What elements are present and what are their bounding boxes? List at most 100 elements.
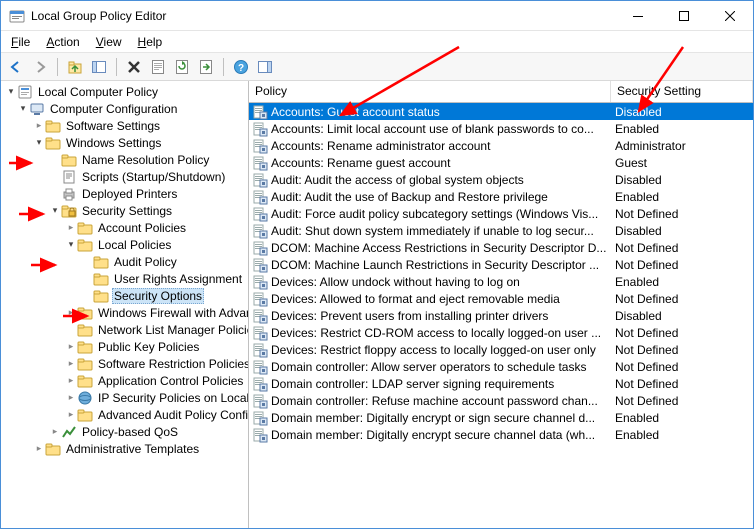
expand-collapse-toggle[interactable] (65, 409, 77, 420)
policy-name-cell: Domain controller: Allow server operator… (271, 360, 611, 374)
menu-action[interactable]: Action (40, 33, 85, 51)
menu-file[interactable]: File (5, 33, 36, 51)
tree-node[interactable]: Security Settings (3, 202, 248, 219)
maximize-button[interactable] (661, 1, 707, 30)
security-setting-cell: Guest (611, 156, 753, 170)
expand-collapse-toggle[interactable] (33, 137, 45, 148)
show-hide-console-tree-button[interactable] (88, 56, 110, 78)
delete-button[interactable] (123, 56, 145, 78)
expand-collapse-toggle[interactable] (65, 375, 77, 386)
tree-node[interactable]: Windows Settings (3, 134, 248, 151)
policy-row[interactable]: Domain controller: Refuse machine accoun… (249, 392, 753, 409)
policy-row[interactable]: Devices: Allowed to format and eject rem… (249, 290, 753, 307)
policy-name-cell: Accounts: Guest account status (271, 105, 611, 119)
tree-node[interactable]: Deployed Printers (3, 185, 248, 202)
ipsec-icon (77, 390, 93, 406)
minimize-button[interactable] (615, 1, 661, 30)
tree-node[interactable]: Software Restriction Policies (3, 355, 248, 372)
policy-row[interactable]: Audit: Force audit policy subcategory se… (249, 205, 753, 222)
policy-row[interactable]: Devices: Restrict floppy access to local… (249, 341, 753, 358)
policy-row[interactable]: Domain controller: LDAP server signing r… (249, 375, 753, 392)
expand-collapse-toggle[interactable] (33, 443, 45, 454)
expand-collapse-toggle[interactable] (5, 86, 17, 97)
tree-node[interactable]: Computer Configuration (3, 100, 248, 117)
tree-node[interactable]: Audit Policy (3, 253, 248, 270)
expand-collapse-toggle[interactable] (65, 222, 77, 233)
expand-collapse-toggle[interactable] (49, 205, 61, 216)
tree-node[interactable]: Scripts (Startup/Shutdown) (3, 168, 248, 185)
help-button[interactable]: ? (230, 56, 252, 78)
tree-node[interactable]: Advanced Audit Policy Configuration (3, 406, 248, 423)
expand-collapse-toggle[interactable] (33, 120, 45, 131)
column-header-policy[interactable]: Policy (249, 81, 611, 102)
expand-collapse-toggle[interactable] (65, 358, 77, 369)
tree-node-label: Account Policies (96, 221, 188, 235)
expand-collapse-toggle[interactable] (65, 307, 77, 318)
tree-node-label: Administrative Templates (64, 442, 201, 456)
tree-node[interactable]: Account Policies (3, 219, 248, 236)
app-icon (9, 8, 25, 24)
tree-node[interactable]: Network List Manager Policies (3, 321, 248, 338)
refresh-button[interactable] (171, 56, 193, 78)
policy-row[interactable]: Devices: Restrict CD-ROM access to local… (249, 324, 753, 341)
tree-node[interactable]: Name Resolution Policy (3, 151, 248, 168)
list-scroll[interactable]: Accounts: Guest account statusDisabledAc… (249, 103, 753, 528)
tree-node[interactable]: Application Control Policies (3, 372, 248, 389)
column-header-security-setting[interactable]: Security Setting (611, 81, 753, 102)
policy-row[interactable]: DCOM: Machine Launch Restrictions in Sec… (249, 256, 753, 273)
tree-node[interactable]: Windows Firewall with Advanced Security (3, 304, 248, 321)
folder-icon (77, 237, 93, 253)
policy-row[interactable]: Domain controller: Allow server operator… (249, 358, 753, 375)
expand-collapse-toggle[interactable] (65, 239, 77, 250)
export-list-button[interactable] (195, 56, 217, 78)
policy-item-icon (252, 257, 268, 273)
policy-name-cell: Domain member: Digitally encrypt secure … (271, 428, 611, 442)
tree-node[interactable]: Security Options (3, 287, 248, 304)
expand-collapse-toggle[interactable] (65, 341, 77, 352)
policy-row[interactable]: Accounts: Rename guest accountGuest (249, 154, 753, 171)
nav-back-button[interactable] (5, 56, 27, 78)
policy-row[interactable]: Audit: Audit the access of global system… (249, 171, 753, 188)
policy-row[interactable]: DCOM: Machine Access Restrictions in Sec… (249, 239, 753, 256)
policy-row[interactable]: Accounts: Guest account statusDisabled (249, 103, 753, 120)
policy-row[interactable]: Audit: Audit the use of Backup and Resto… (249, 188, 753, 205)
policy-row[interactable]: Devices: Prevent users from installing p… (249, 307, 753, 324)
tree-node[interactable]: User Rights Assignment (3, 270, 248, 287)
menu-view[interactable]: View (90, 33, 128, 51)
policy-item-icon (252, 359, 268, 375)
expand-collapse-toggle[interactable] (49, 426, 61, 437)
policy-name-cell: Devices: Allowed to format and eject rem… (271, 292, 611, 306)
security-setting-cell: Not Defined (611, 207, 753, 221)
policy-row[interactable]: Domain member: Digitally encrypt or sign… (249, 409, 753, 426)
policy-name-cell: Devices: Restrict floppy access to local… (271, 343, 611, 357)
policy-name-cell: Domain member: Digitally encrypt or sign… (271, 411, 611, 425)
policy-row[interactable]: Accounts: Limit local account use of bla… (249, 120, 753, 137)
tree-node[interactable]: Software Settings (3, 117, 248, 134)
policy-item-icon (252, 104, 268, 120)
tree-node[interactable]: Administrative Templates (3, 440, 248, 457)
policy-row[interactable]: Accounts: Rename administrator accountAd… (249, 137, 753, 154)
tree-node[interactable]: Local Computer Policy (3, 83, 248, 100)
nav-forward-button[interactable] (29, 56, 51, 78)
menu-help[interactable]: Help (132, 33, 169, 51)
policy-item-icon (252, 223, 268, 239)
tree-scroll[interactable]: Local Computer PolicyComputer Configurat… (1, 81, 248, 528)
expand-collapse-toggle[interactable] (65, 392, 77, 403)
policy-row[interactable]: Audit: Shut down system immediately if u… (249, 222, 753, 239)
tree-node-label: Advanced Audit Policy Configuration (96, 408, 248, 422)
policy-name-cell: Accounts: Rename administrator account (271, 139, 611, 153)
close-button[interactable] (707, 1, 753, 30)
show-hide-action-pane-button[interactable] (254, 56, 276, 78)
tree-node[interactable]: IP Security Policies on Local Computer (3, 389, 248, 406)
tree-node-label: Software Settings (64, 119, 162, 133)
computer-icon (29, 101, 45, 117)
tree-node[interactable]: Public Key Policies (3, 338, 248, 355)
security-setting-cell: Disabled (611, 105, 753, 119)
policy-row[interactable]: Devices: Allow undock without having to … (249, 273, 753, 290)
policy-row[interactable]: Domain member: Digitally encrypt secure … (249, 426, 753, 443)
tree-node[interactable]: Local Policies (3, 236, 248, 253)
expand-collapse-toggle[interactable] (17, 103, 29, 114)
tree-node[interactable]: Policy-based QoS (3, 423, 248, 440)
properties-button[interactable] (147, 56, 169, 78)
up-one-level-button[interactable] (64, 56, 86, 78)
